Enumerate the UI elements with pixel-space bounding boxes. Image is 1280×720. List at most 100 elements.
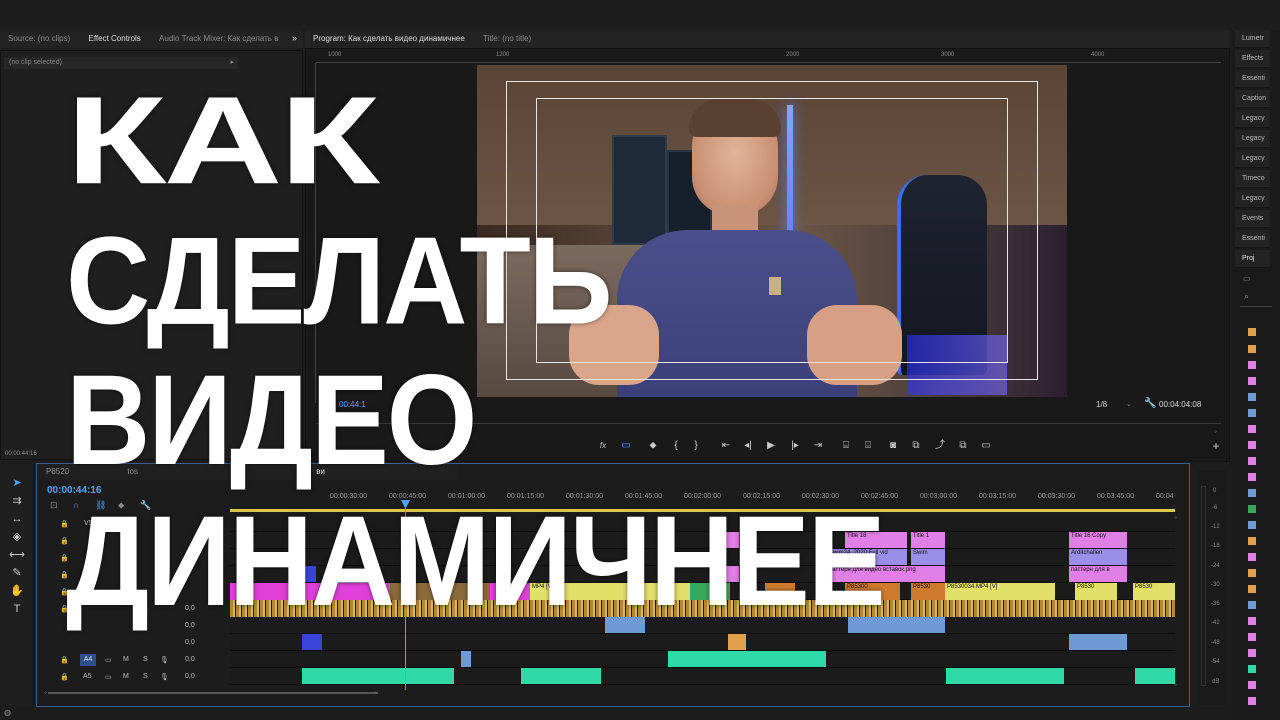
panel-legacy-3[interactable]: Legacy: [1235, 150, 1270, 168]
add-button-icon[interactable]: +: [1208, 438, 1224, 454]
clip-teal-a5-3[interactable]: [946, 668, 1064, 684]
panel-project[interactable]: Proj: [1235, 250, 1270, 268]
clip-teal-a5-2[interactable]: [521, 668, 601, 684]
panel-lumetri[interactable]: Lumetr: [1235, 30, 1270, 48]
razor-tool-icon[interactable]: ◈: [8, 529, 26, 545]
clip-blue-a4[interactable]: [461, 651, 471, 667]
clip-blue-a3[interactable]: [302, 634, 322, 650]
clip-p8530-b[interactable]: P8530: [1075, 583, 1117, 600]
vertical-scroll-handle[interactable]: ◦: [1174, 513, 1177, 522]
meter-tick: -18: [1211, 543, 1220, 549]
chevron-down-icon[interactable]: ⌄: [1126, 400, 1132, 408]
track-select-tool-icon[interactable]: ⇉: [8, 493, 26, 509]
export-frame-icon[interactable]: ◙: [885, 438, 901, 454]
play-icon[interactable]: ▶: [763, 438, 779, 454]
step-back-icon[interactable]: ◂|: [740, 438, 756, 454]
vertical-scroll-handle-bottom[interactable]: ◦: [1174, 680, 1177, 689]
meter-tick: -48: [1211, 640, 1220, 646]
label-swatch: [1248, 649, 1256, 657]
panel-legacy-2[interactable]: Legacy: [1235, 130, 1270, 148]
panel-overflow-icon[interactable]: »: [292, 33, 297, 43]
scroll-handle-left[interactable]: ◦: [44, 688, 47, 697]
label-swatch: [1248, 617, 1256, 625]
meter-tick: -12: [1211, 524, 1220, 530]
track-label-a4[interactable]: A4: [80, 654, 96, 666]
scrub-end-handle[interactable]: ◦: [1214, 427, 1217, 436]
folder-icon[interactable]: ▭: [1243, 274, 1251, 283]
clip-ardit[interactable]: Arditchallen: [1069, 549, 1127, 565]
panel-events[interactable]: Events: [1235, 210, 1270, 228]
panel-legacy-1[interactable]: Legacy: [1235, 110, 1270, 128]
no-clip-bar: (no clip selected) ▸: [4, 57, 238, 69]
label-swatch: [1248, 521, 1256, 529]
meter-tick: -6: [1212, 505, 1218, 511]
track-volume[interactable]: 0,0: [185, 639, 353, 646]
nest-icon[interactable]: ⊡: [50, 500, 58, 511]
ruler-label: 3000: [941, 52, 955, 58]
premiere-pro-window: Source: (no clips) Effect Controls Audio…: [0, 0, 1280, 720]
panel-captions[interactable]: Caption: [1235, 90, 1270, 108]
tab-program[interactable]: Program: Как сделать видео динамичнее: [305, 30, 473, 48]
lift-icon[interactable]: ⌸: [838, 438, 854, 454]
track-volume[interactable]: 0,0: [185, 656, 353, 663]
clip-swim[interactable]: Swim: [911, 549, 945, 565]
label-swatch: [1248, 361, 1256, 369]
selection-tool-icon[interactable]: ➤: [8, 475, 26, 491]
meter-tick: -42: [1211, 620, 1220, 626]
wrench-icon[interactable]: 🔧: [1144, 398, 1156, 409]
divider: [1240, 306, 1272, 307]
overwrite-icon[interactable]: ⤴: [932, 438, 948, 454]
mark-in-icon[interactable]: {: [668, 438, 684, 454]
go-to-out-icon[interactable]: ⇥: [810, 438, 826, 454]
tab-audio-track-mixer[interactable]: Audio Track Mixer: Как сделать в: [151, 30, 286, 48]
ruler-label: 00:03:30:00: [1038, 493, 1075, 500]
status-icon[interactable]: ◍: [4, 708, 11, 717]
safe-margins-icon[interactable]: ▭: [618, 438, 634, 454]
panel-timecode[interactable]: Timeco: [1235, 170, 1270, 188]
tab-title[interactable]: Title: (no title): [475, 30, 539, 48]
clip-teal-a5-4[interactable]: [1135, 668, 1175, 684]
tab-source[interactable]: Source: (no clips): [0, 30, 78, 48]
ripple-edit-tool-icon[interactable]: ↔: [8, 511, 26, 527]
tab-effect-controls[interactable]: Effect Controls: [80, 30, 148, 48]
type-tool-icon[interactable]: T: [8, 601, 26, 617]
panel-essential-2[interactable]: Essenti: [1235, 230, 1270, 248]
insert-icon[interactable]: ⧉: [908, 438, 924, 454]
timeline-horizontal-scrollbar[interactable]: [48, 692, 378, 694]
clip-teal-a5[interactable]: [302, 668, 454, 684]
panel-essential[interactable]: Essenti: [1235, 70, 1270, 88]
ruler-label: 2000: [786, 52, 800, 58]
panel-effects[interactable]: Effects: [1235, 50, 1270, 68]
label-swatch: [1248, 489, 1256, 497]
pen-tool-icon[interactable]: ✎: [8, 565, 26, 581]
slip-tool-icon[interactable]: ⟷: [8, 547, 26, 563]
label-swatch: [1248, 473, 1256, 481]
clip-p8530-c[interactable]: P8530: [1133, 583, 1175, 600]
go-to-in-icon[interactable]: ⇤: [718, 438, 734, 454]
comparison-view-icon[interactable]: ⧉: [955, 438, 971, 454]
clip-fx-orange[interactable]: [728, 634, 746, 650]
step-forward-icon[interactable]: |▸: [787, 438, 803, 454]
label-swatch: [1248, 328, 1256, 336]
fx-icon[interactable]: fx: [595, 438, 611, 454]
search-icon[interactable]: ⌕: [1244, 291, 1249, 302]
mark-out-icon[interactable]: }: [688, 438, 704, 454]
clip-pattern-2[interactable]: паттерн для в: [1069, 566, 1127, 582]
clip-title-1[interactable]: Title 1: [911, 532, 945, 548]
label-swatch: [1248, 601, 1256, 609]
expand-arrow-icon[interactable]: ▸: [230, 58, 234, 66]
extract-icon[interactable]: ⌹: [860, 438, 876, 454]
panel-legacy-4[interactable]: Legacy: [1235, 190, 1270, 208]
clip-p8530034[interactable]: P8530034.MP4 [V]: [945, 583, 1055, 600]
vr-icon[interactable]: ▭: [978, 438, 994, 454]
overlay-title-line-2: СДЕЛАТЬ: [66, 210, 613, 350]
resolution-dropdown[interactable]: 1/8: [1096, 400, 1107, 409]
source-panel-tabs: Source: (no clips) Effect Controls Audio…: [0, 30, 303, 48]
clip-title-16-copy[interactable]: Title 16 Copy: [1069, 532, 1127, 548]
clip-p8530[interactable]: P8530: [911, 583, 945, 600]
clip-teal-a4[interactable]: [668, 651, 826, 667]
scroll-handle-right[interactable]: ◦: [374, 688, 377, 697]
add-marker-icon[interactable]: ⬥: [645, 438, 661, 454]
clip-blue-a3-2[interactable]: [1069, 634, 1127, 650]
hand-tool-icon[interactable]: ✋: [8, 583, 26, 599]
